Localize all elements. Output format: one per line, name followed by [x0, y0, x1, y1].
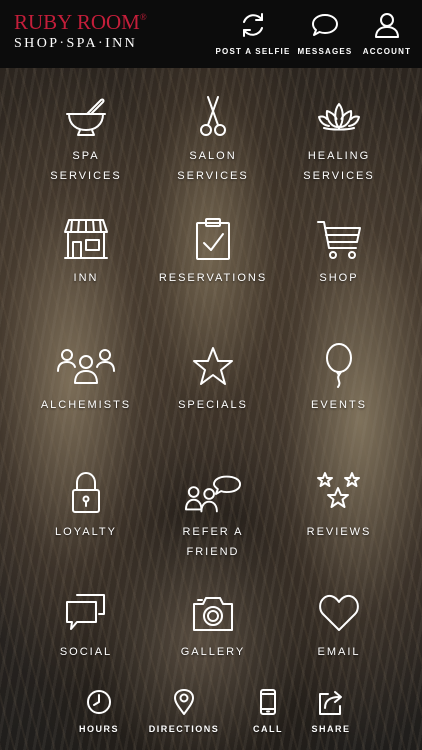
logo-tagline: SHOP·SPA·INN	[14, 36, 138, 51]
share-icon	[319, 691, 342, 715]
directions-button[interactable]: DIRECTIONS	[142, 688, 226, 734]
social-tile[interactable]: SOCIAL	[16, 590, 156, 662]
shopping-cart-icon	[317, 221, 361, 259]
padlock-icon	[72, 472, 100, 513]
scissors-icon	[200, 96, 226, 136]
group-icon	[57, 349, 115, 384]
storefront-icon	[64, 219, 108, 259]
speech-bubbles-icon	[66, 594, 105, 630]
reservations-tile[interactable]: RESERVATIONS	[143, 216, 283, 288]
reviews-tile[interactable]: REVIEWS	[269, 470, 409, 542]
refer-a-friend-tile[interactable]: REFER A FRIEND	[143, 470, 283, 562]
account-button[interactable]: ACCOUNT	[342, 10, 422, 62]
refresh-camera-icon	[243, 13, 263, 37]
salon-services-tile[interactable]: SALON SERVICES	[143, 94, 283, 186]
star-icon	[193, 347, 233, 385]
loyalty-tile[interactable]: LOYALTY	[16, 470, 156, 542]
events-tile[interactable]: EVENTS	[269, 343, 409, 415]
ruby-room-logo[interactable]: RUBY ROOM® SHOP·SPA·INN	[14, 10, 147, 52]
gallery-tile[interactable]: GALLERY	[143, 590, 283, 662]
balloon-icon	[326, 343, 352, 388]
email-tile[interactable]: EMAIL	[269, 590, 409, 662]
shop-tile[interactable]: SHOP	[269, 216, 409, 288]
inn-tile[interactable]: INN	[16, 216, 156, 288]
healing-services-tile[interactable]: HEALING SERVICES	[269, 94, 409, 186]
hours-button[interactable]: HOURS	[57, 688, 141, 734]
alchemists-tile[interactable]: ALCHEMISTS	[16, 343, 156, 415]
camera-icon	[193, 597, 233, 631]
app-header: RUBY ROOM® SHOP·SPA·INN POST A SELFIE ME…	[0, 0, 422, 68]
person-icon	[375, 13, 399, 38]
heart-icon	[319, 594, 359, 631]
clock-icon	[87, 690, 111, 714]
refer-friend-icon	[184, 475, 242, 513]
clipboard-check-icon	[196, 218, 230, 260]
spa-services-tile[interactable]: SPA SERVICES	[16, 94, 156, 186]
mortar-pestle-icon	[66, 98, 106, 136]
share-button[interactable]: SHARE	[289, 688, 373, 734]
three-stars-icon	[317, 472, 360, 508]
map-pin-icon	[174, 689, 194, 715]
specials-tile[interactable]: SPECIALS	[143, 343, 283, 415]
phone-icon	[260, 689, 276, 715]
logo-wordmark: RUBY ROOM®	[14, 10, 147, 34]
lotus-icon	[318, 103, 360, 131]
chat-bubble-icon	[312, 14, 338, 36]
